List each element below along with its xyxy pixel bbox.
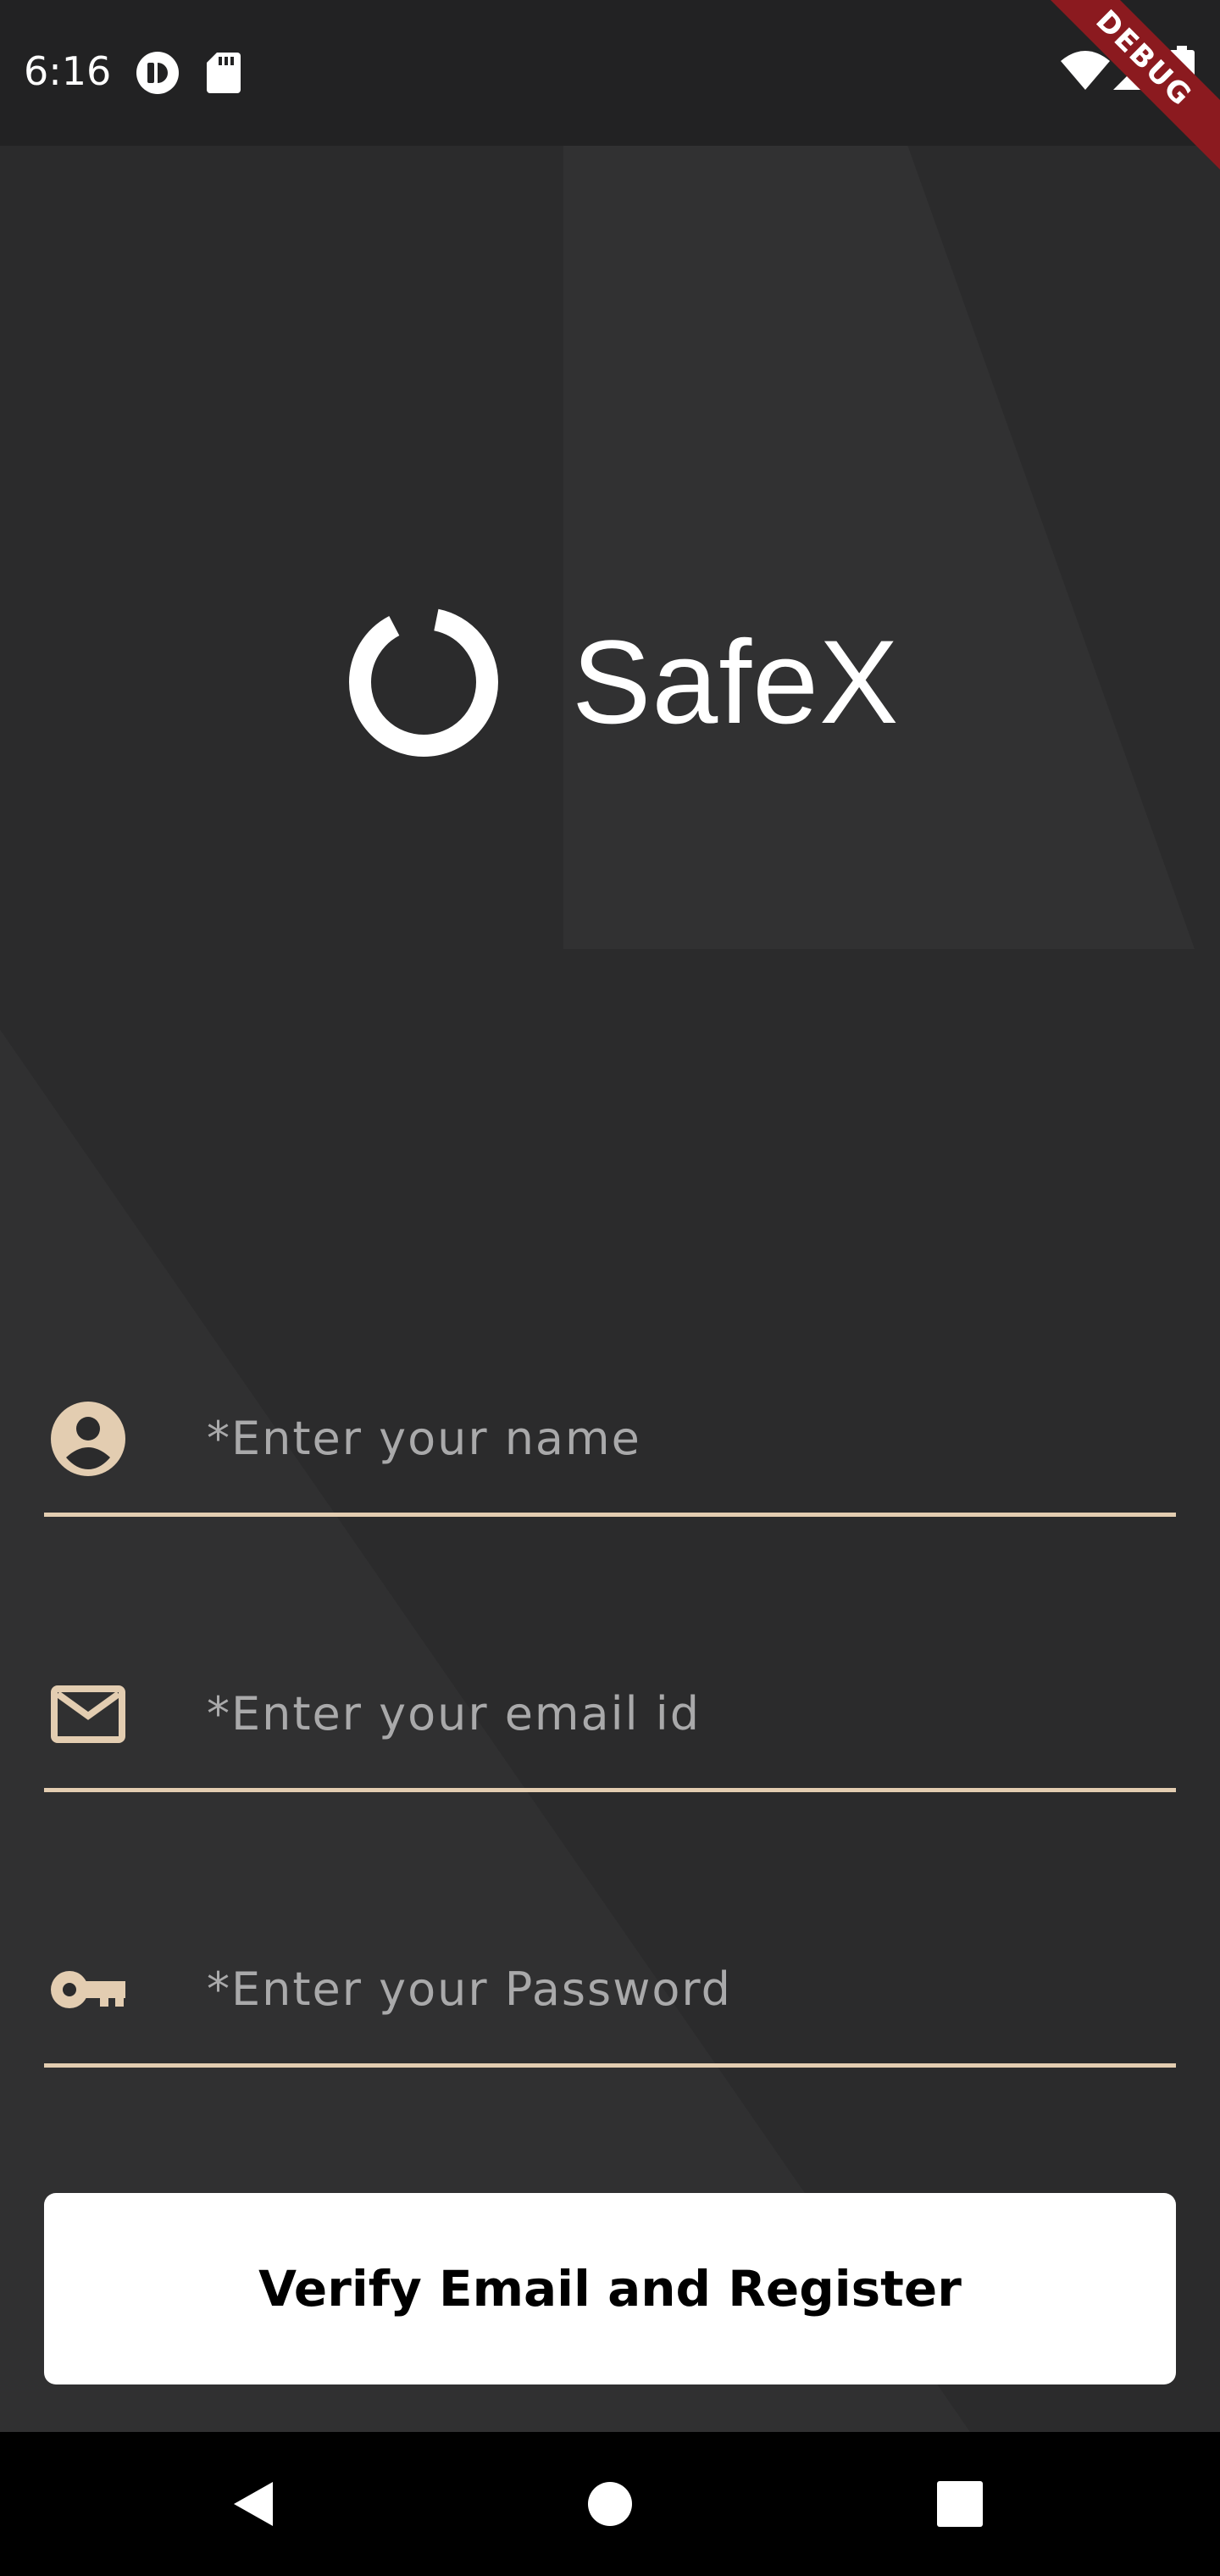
app-logo: SafeX	[347, 606, 899, 758]
email-field	[44, 1640, 1176, 1792]
home-icon	[588, 2482, 632, 2526]
account-circle-icon	[51, 1401, 125, 1476]
app-notification-icon	[136, 51, 180, 98]
navigation-bar	[0, 2432, 1220, 2576]
verify-register-button[interactable]: Verify Email and Register	[44, 2193, 1176, 2384]
name-input[interactable]	[207, 1364, 1176, 1513]
password-input[interactable]	[207, 1915, 1176, 2063]
mail-icon	[51, 1685, 125, 1743]
status-bar: 6:16 DEBUG	[0, 0, 1220, 196]
back-button[interactable]	[212, 2462, 297, 2546]
email-input[interactable]	[207, 1640, 1176, 1788]
name-field	[44, 1364, 1176, 1517]
status-time: 6:16	[24, 48, 112, 94]
back-icon	[234, 2482, 273, 2526]
signup-screen: 6:16 DEBUG SafeX *Enter your name *Enter…	[0, 0, 1220, 2576]
recents-button[interactable]	[918, 2462, 1002, 2546]
ring-logo-icon	[349, 608, 498, 757]
key-icon	[51, 1970, 125, 2008]
app-name: SafeX	[572, 615, 900, 748]
sd-card-icon	[207, 53, 241, 97]
password-field	[44, 1915, 1176, 2068]
home-button[interactable]	[568, 2462, 652, 2546]
recents-icon	[937, 2481, 983, 2527]
wifi-icon	[1061, 51, 1110, 93]
